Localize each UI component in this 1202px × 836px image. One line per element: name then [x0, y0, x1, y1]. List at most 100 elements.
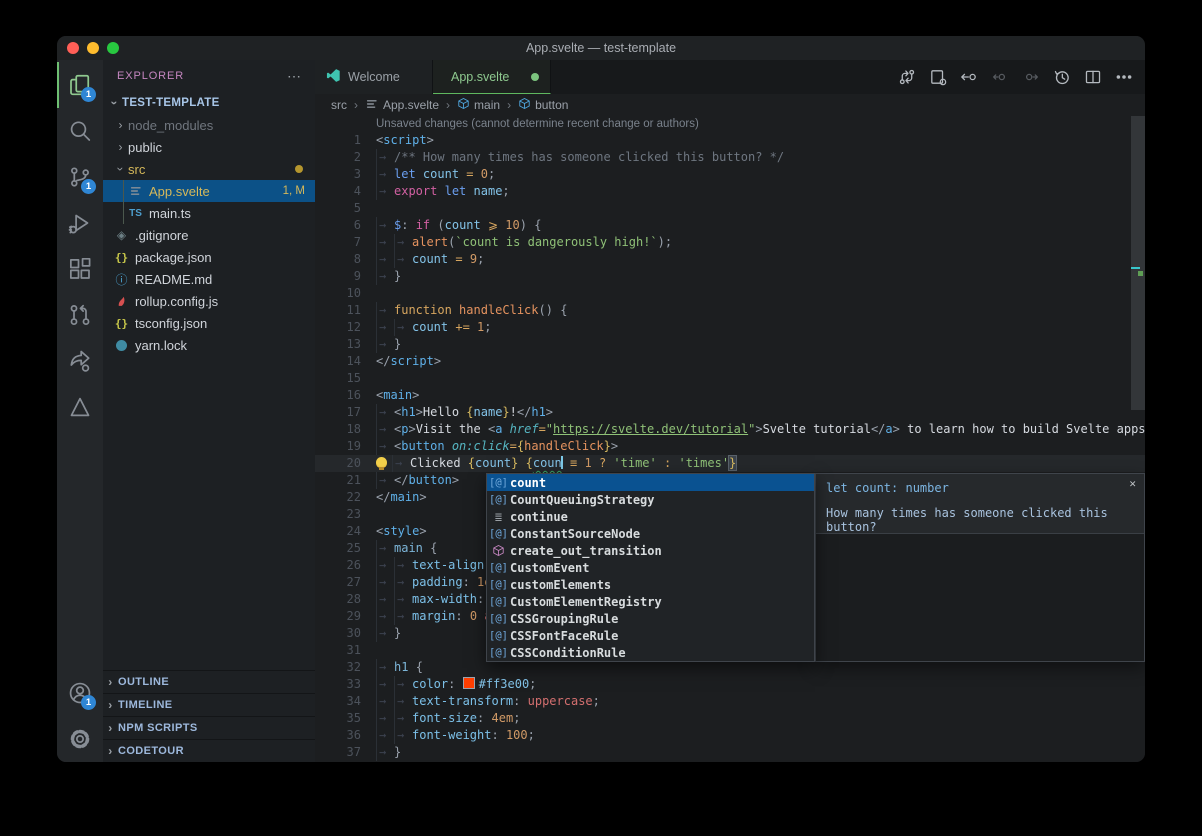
code-line-13[interactable]: 13→}	[315, 336, 1145, 353]
tab-bar: Welcome App.svelte	[315, 60, 1145, 94]
more-actions-icon[interactable]	[1112, 66, 1135, 89]
activity-azure-icon[interactable]	[57, 384, 103, 430]
line-number: 4	[315, 183, 376, 200]
code-line-33[interactable]: 33→→color: #ff3e00;	[315, 676, 1145, 693]
sidebar-section-codetour[interactable]: ›CODETOUR	[103, 739, 315, 762]
file-row-yarn.lock[interactable]: yarn.lock	[103, 334, 315, 356]
line-content: →h1 {	[376, 659, 423, 676]
open-changes-icon[interactable]	[895, 66, 918, 89]
code-line-2[interactable]: 2→/** How many times has someone clicked…	[315, 149, 1145, 166]
scrollbar-slider[interactable]	[1131, 116, 1145, 410]
sidebar-section-timeline[interactable]: ›TIMELINE	[103, 693, 315, 716]
file-row-rollup.config.js[interactable]: rollup.config.js	[103, 290, 315, 312]
code-line-18[interactable]: 18→<p>Visit the <a href="https://svelte.…	[315, 421, 1145, 438]
open-preview-icon[interactable]	[926, 66, 949, 89]
chevron-right-icon: ›	[103, 675, 118, 689]
suggest-item-create_out_transition[interactable]: create_out_transition	[487, 542, 814, 559]
line-number: 6	[315, 217, 376, 234]
explorer-sidebar: EXPLORER ⋯ › TEST-TEMPLATE ›node_modules…	[103, 60, 315, 762]
file-row-README.md[interactable]: ⓘREADME.md	[103, 268, 315, 290]
sidebar-section-outline[interactable]: ›OUTLINE	[103, 670, 315, 693]
code-line-8[interactable]: 8→→count = 9;	[315, 251, 1145, 268]
file-name: node_modules	[128, 118, 213, 133]
line-number: 32	[315, 659, 376, 676]
line-content: →}	[376, 625, 401, 642]
code-line-9[interactable]: 9→}	[315, 268, 1145, 285]
suggest-item-CountQueuingStrategy[interactable]: [@]CountQueuingStrategy	[487, 491, 814, 508]
gitignore-file-icon: ◈	[113, 228, 130, 242]
activity-search-icon[interactable]	[57, 108, 103, 154]
activity-explorer-icon[interactable]: 1	[57, 62, 103, 108]
code-line-35[interactable]: 35→→font-size: 4em;	[315, 710, 1145, 727]
suggest-item-CustomEvent[interactable]: [@]CustomEvent	[487, 559, 814, 576]
code-line-7[interactable]: 7→→alert(`count is dangerously high!`);	[315, 234, 1145, 251]
editor-scrollbar[interactable]	[1131, 116, 1145, 762]
tab-app-svelte[interactable]: App.svelte	[433, 60, 551, 94]
code-line-36[interactable]: 36→→font-weight: 100;	[315, 727, 1145, 744]
code-line-10[interactable]: 10	[315, 285, 1145, 302]
code-line-3[interactable]: 3→let count = 0;	[315, 166, 1145, 183]
file-row-main.ts[interactable]: TSmain.ts	[103, 202, 315, 224]
file-name: tsconfig.json	[135, 316, 207, 331]
code-line-16[interactable]: 16<main>	[315, 387, 1145, 404]
suggest-item-CustomElementRegistry[interactable]: [@]CustomElementRegistry	[487, 593, 814, 610]
breadcrumb-item-app-svelte[interactable]: App.svelte	[365, 97, 439, 114]
suggest-item-customElements[interactable]: [@]customElements	[487, 576, 814, 593]
code-line-12[interactable]: 12→→count += 1;	[315, 319, 1145, 336]
code-line-17[interactable]: 17→<h1>Hello {name}!</h1>	[315, 404, 1145, 421]
code-line-4[interactable]: 4→export let name;	[315, 183, 1145, 200]
activity-accounts-icon[interactable]: 1	[57, 670, 103, 716]
minimize-button[interactable]	[87, 42, 99, 54]
tab-welcome[interactable]: Welcome	[315, 60, 433, 94]
code-line-20[interactable]: 20→Clicked {count} {coun ≡ 1 ? 'time' : …	[315, 455, 1145, 472]
code-line-1[interactable]: 1<script>	[315, 132, 1145, 149]
activity-run-debug-icon[interactable]	[57, 200, 103, 246]
suggest-item-CSSConditionRule[interactable]: [@]CSSConditionRule	[487, 644, 814, 661]
file-name: yarn.lock	[135, 338, 187, 353]
code-line-11[interactable]: 11→function handleClick() {	[315, 302, 1145, 319]
explorer-more-actions-icon[interactable]: ⋯	[287, 68, 301, 85]
file-row-node_modules[interactable]: ›node_modules	[103, 114, 315, 136]
activity-live-share-icon[interactable]	[57, 338, 103, 384]
activity-source-control-icon[interactable]: 1	[57, 154, 103, 200]
breadcrumb-item-button[interactable]: button	[518, 97, 568, 113]
code-line-14[interactable]: 14</script>	[315, 353, 1145, 370]
file-row-package.json[interactable]: {}package.json	[103, 246, 315, 268]
suggest-item-CSSFontFaceRule[interactable]: [@]CSSFontFaceRule	[487, 627, 814, 644]
code-editor[interactable]: Unsaved changes (cannot determine recent…	[315, 116, 1145, 762]
file-row-App.svelte[interactable]: App.svelte1, M	[103, 180, 315, 202]
breadcrumb-item-src[interactable]: src	[331, 98, 347, 112]
code-line-19[interactable]: 19→<button on:click={handleClick}>	[315, 438, 1145, 455]
file-row-tsconfig.json[interactable]: {}tsconfig.json	[103, 312, 315, 334]
suggest-item-CSSGroupingRule[interactable]: [@]CSSGroupingRule	[487, 610, 814, 627]
sidebar-section-npm-scripts[interactable]: ›NPM SCRIPTS	[103, 716, 315, 739]
activity-settings-icon[interactable]	[57, 716, 103, 762]
file-row-.gitignore[interactable]: ◈.gitignore	[103, 224, 315, 246]
file-history-icon[interactable]	[1050, 66, 1073, 89]
suggest-item-ConstantSourceNode[interactable]: [@]ConstantSourceNode	[487, 525, 814, 542]
lightbulb-icon[interactable]	[376, 457, 387, 468]
close-icon[interactable]: ✕	[1129, 477, 1136, 490]
breadcrumb-item-main[interactable]: main	[457, 97, 500, 113]
code-line-15[interactable]: 15	[315, 370, 1145, 387]
split-editor-icon[interactable]	[1081, 66, 1104, 89]
next-change-icon	[1019, 66, 1042, 89]
zoom-button[interactable]	[107, 42, 119, 54]
dirty-indicator[interactable]	[531, 73, 539, 81]
previous-change-nav-icon[interactable]	[957, 66, 980, 89]
file-row-src[interactable]: ›src	[103, 158, 315, 180]
line-number: 33	[315, 676, 376, 693]
code-line-6[interactable]: 6→$: if (count ⩾ 10) {	[315, 217, 1145, 234]
close-button[interactable]	[67, 42, 79, 54]
suggest-item-continue[interactable]: ≣continue	[487, 508, 814, 525]
title-bar[interactable]: App.svelte — test-template	[57, 36, 1145, 60]
file-row-public[interactable]: ›public	[103, 136, 315, 158]
suggest-item-count[interactable]: [@]count	[487, 474, 814, 491]
code-line-5[interactable]: 5	[315, 200, 1145, 217]
code-line-37[interactable]: 37→}	[315, 744, 1145, 761]
breadcrumb-separator: ›	[446, 98, 450, 112]
workspace-root-folder[interactable]: › TEST-TEMPLATE	[103, 92, 315, 114]
code-line-34[interactable]: 34→→text-transform: uppercase;	[315, 693, 1145, 710]
activity-github-pull-requests-icon[interactable]	[57, 292, 103, 338]
activity-extensions-icon[interactable]	[57, 246, 103, 292]
